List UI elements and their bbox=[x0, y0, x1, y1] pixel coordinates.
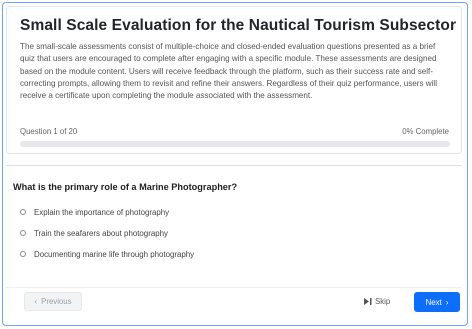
page-title: Small Scale Evaluation for the Nautical … bbox=[20, 17, 457, 34]
footer-divider bbox=[6, 287, 462, 288]
answer-option-3[interactable]: Documenting marine life through photogra… bbox=[20, 247, 194, 261]
answer-option-label: Train the seafarers about photography bbox=[34, 228, 168, 238]
chevron-left-icon: ‹ bbox=[34, 297, 38, 306]
previous-button[interactable]: ‹ Previous bbox=[24, 292, 82, 311]
next-button[interactable]: Next › bbox=[414, 292, 460, 312]
question-text: What is the primary role of a Marine Pho… bbox=[13, 182, 238, 192]
answer-option-label: Explain the importance of photography bbox=[34, 207, 170, 217]
radio-button[interactable] bbox=[20, 209, 26, 215]
previous-button-label: Previous bbox=[41, 297, 72, 306]
radio-button[interactable] bbox=[20, 230, 26, 236]
answer-option-label: Documenting marine life through photogra… bbox=[34, 249, 195, 259]
module-description: The small-scale assessments consist of m… bbox=[20, 42, 438, 101]
percent-complete: 0% Complete bbox=[402, 127, 449, 136]
answer-option-1[interactable]: Explain the importance of photography bbox=[20, 205, 169, 219]
module-info-card: Small Scale Evaluation for the Nautical … bbox=[6, 6, 462, 154]
answer-option-2[interactable]: Train the seafarers about photography bbox=[20, 226, 168, 240]
next-button-label: Next bbox=[425, 297, 442, 307]
chevron-right-icon: › bbox=[445, 297, 449, 307]
skip-forward-icon bbox=[364, 298, 372, 305]
skip-button-label: Skip bbox=[375, 297, 391, 306]
progress-bar bbox=[20, 141, 450, 147]
skip-button[interactable]: Skip bbox=[364, 293, 390, 310]
radio-button[interactable] bbox=[20, 251, 26, 257]
divider bbox=[6, 165, 462, 166]
question-counter: Question 1 of 20 bbox=[20, 127, 78, 136]
